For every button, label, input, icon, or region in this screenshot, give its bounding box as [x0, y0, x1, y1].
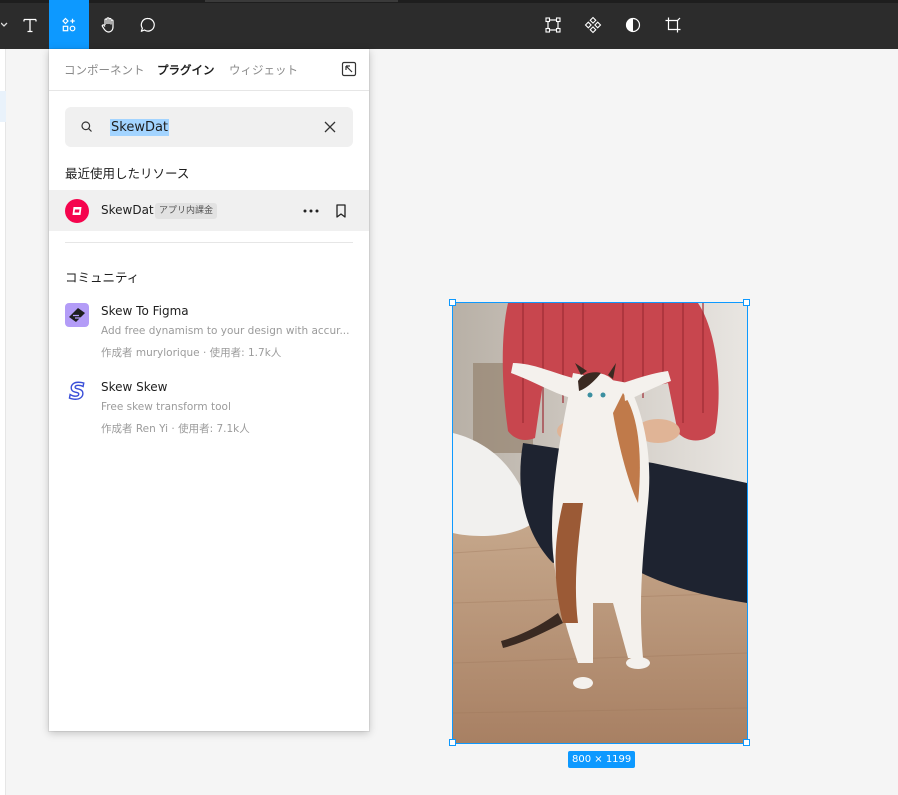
open-in-window-icon: [341, 61, 357, 77]
in-app-purchase-badge: アプリ内課金: [155, 203, 218, 219]
section-divider: [65, 242, 353, 243]
text-tool-button[interactable]: [10, 0, 50, 49]
community-plugin-meta: 作成者 murylorique · 使用者: 1.7k人: [101, 347, 282, 359]
mask-button[interactable]: [613, 0, 653, 49]
crop-button[interactable]: [653, 0, 693, 49]
community-plugin-name: Skew Skew: [101, 380, 168, 394]
more-options-icon[interactable]: [302, 203, 320, 219]
component-icon: [584, 16, 602, 33]
resources-tool-button[interactable]: [49, 0, 89, 49]
skewdat-logo-icon: [65, 199, 89, 223]
bookmark-icon[interactable]: [334, 203, 348, 219]
close-icon[interactable]: [323, 120, 337, 134]
frame-dimensions-label: 800 × 1199: [568, 751, 636, 768]
chevron-down-icon[interactable]: [0, 0, 10, 49]
left-sidebar-edge: [0, 49, 6, 795]
text-tool-icon: [23, 18, 37, 32]
tab-plugins[interactable]: プラグイン: [157, 62, 215, 78]
resources-icon: [62, 17, 76, 31]
recent-plugin-name: SkewDat: [101, 203, 154, 217]
contrast-icon: [625, 17, 641, 32]
resize-handle-top-right[interactable]: [743, 299, 750, 306]
selected-image-frame[interactable]: [452, 302, 748, 744]
hand-tool-button[interactable]: [89, 0, 129, 49]
community-plugin-name: Skew To Figma: [101, 304, 189, 318]
recent-resources-heading: 最近使用したリソース: [65, 166, 190, 181]
resource-tabs: コンポーネント プラグイン ウィジェット: [49, 49, 369, 91]
plugin-search-input[interactable]: SkewDat: [65, 107, 353, 147]
resize-handle-bottom-right[interactable]: [743, 739, 750, 746]
community-plugin-item[interactable]: S Skew Skew Free skew transform tool 作成者…: [49, 375, 369, 445]
svg-text:S: S: [69, 380, 85, 403]
community-plugin-description: Add free dynamism to your design with ac…: [101, 325, 350, 337]
search-icon: [81, 121, 92, 132]
resize-handle-top-left[interactable]: [449, 299, 456, 306]
skew-skew-logo-icon: S: [68, 379, 85, 403]
resize-handle-bottom-left[interactable]: [449, 739, 456, 746]
sidebar-selected-row[interactable]: [0, 91, 6, 122]
skew-to-figma-logo-icon: [65, 303, 89, 327]
component-button[interactable]: [573, 0, 613, 49]
hand-icon: [101, 16, 114, 33]
community-plugin-description: Free skew transform tool: [101, 401, 231, 413]
toolbar-tab-strip: [205, 0, 398, 2]
top-toolbar: [0, 0, 898, 49]
community-plugin-meta: 作成者 Ren Yi · 使用者: 7.1k人: [101, 423, 250, 435]
cat-photo-image: [453, 303, 747, 743]
transform-icon: [545, 16, 561, 33]
comment-tool-button[interactable]: [128, 0, 168, 49]
expand-panel-button[interactable]: [341, 61, 357, 77]
tab-components[interactable]: コンポーネント: [64, 62, 145, 78]
frame-selection-button[interactable]: [533, 0, 573, 49]
community-plugin-item[interactable]: Skew To Figma Add free dynamism to your …: [49, 299, 369, 369]
recent-plugin-row[interactable]: SkewDat アプリ内課金: [49, 190, 369, 231]
community-heading: コミュニティ: [65, 270, 140, 285]
search-value-selected[interactable]: SkewDat: [110, 119, 170, 136]
tab-widgets[interactable]: ウィジェット: [229, 62, 298, 78]
resources-panel: コンポーネント プラグイン ウィジェット SkewDat 最近使用したリソース …: [49, 49, 369, 731]
comment-icon: [140, 17, 155, 32]
crop-icon: [665, 17, 681, 32]
